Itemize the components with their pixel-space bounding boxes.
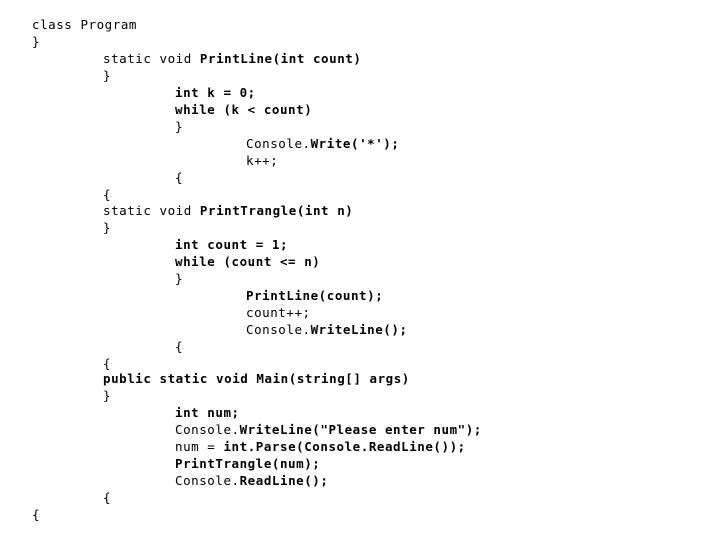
code-line: int k = 0; — [0, 84, 720, 101]
code-line: static void PrintTrangle(int n) — [0, 202, 720, 219]
code-token: { — [32, 507, 41, 522]
code-line: num = int.Parse(Console.ReadLine()); — [0, 438, 720, 455]
code-token: count++; — [246, 305, 311, 320]
code-token-bold: PrintTrangle(int n) — [199, 203, 354, 218]
code-line: while (count <= n) — [0, 253, 720, 270]
code-line: PrintLine(count); — [0, 287, 720, 304]
code-line: int count = 1; — [0, 236, 720, 253]
code-token-bold: Write('*'); — [310, 136, 400, 151]
code-line: } — [0, 387, 720, 404]
code-line: } — [0, 270, 720, 287]
code-token: Console. — [175, 473, 240, 488]
code-token: Console. — [246, 136, 311, 151]
code-token-bold: PrintLine(int count) — [199, 51, 362, 66]
code-line: Console.ReadLine(); — [0, 472, 720, 489]
code-token: } — [32, 34, 41, 49]
code-token-bold: WriteLine("Please enter num"); — [239, 422, 482, 437]
code-line: Console.Write('*'); — [0, 135, 720, 152]
code-token: Console. — [175, 422, 240, 437]
code-token: { — [175, 339, 184, 354]
code-token: class Program — [32, 17, 137, 32]
code-line: } — [0, 33, 720, 50]
code-token: } — [175, 119, 184, 134]
code-line: { — [0, 338, 720, 355]
code-token: } — [103, 68, 112, 83]
code-token: static void — [103, 203, 200, 218]
code-token-bold: while (k < count) — [175, 102, 313, 117]
code-token: Console. — [246, 322, 311, 337]
code-token-bold: while (count <= n) — [175, 254, 321, 269]
code-token: } — [103, 220, 112, 235]
code-line: { — [0, 186, 720, 203]
code-line: } — [0, 67, 720, 84]
code-line: Console.WriteLine("Please enter num"); — [0, 421, 720, 438]
code-line: Console.WriteLine(); — [0, 321, 720, 338]
code-line: k++; — [0, 152, 720, 169]
code-line: { — [0, 489, 720, 506]
code-token-bold: PrintLine(count); — [246, 288, 384, 303]
code-line: PrintTrangle(num); — [0, 455, 720, 472]
code-token: } — [103, 388, 112, 403]
code-line: { — [0, 169, 720, 186]
code-token: { — [175, 170, 184, 185]
code-token-bold: WriteLine(); — [310, 322, 408, 337]
code-token-bold: PrintTrangle(num); — [175, 456, 321, 471]
code-token: { — [103, 356, 112, 371]
code-token-bold: int num; — [175, 405, 240, 420]
code-line: static void PrintLine(int count) — [0, 50, 720, 67]
code-token-bold: int.Parse(Console.ReadLine()); — [223, 439, 466, 454]
code-line: } — [0, 118, 720, 135]
code-line: class Program — [0, 16, 720, 33]
code-token-bold: public static void Main(string[] args) — [103, 371, 410, 386]
code-token-bold: int count = 1; — [175, 237, 289, 252]
code-token-bold: int k = 0; — [175, 85, 256, 100]
code-token: k++; — [246, 153, 279, 168]
code-line: while (k < count) — [0, 101, 720, 118]
code-token: num = — [175, 439, 224, 454]
code-line: public static void Main(string[] args) — [0, 370, 720, 387]
code-token: static void — [103, 51, 200, 66]
code-listing: class Program} static void PrintLine(int … — [0, 0, 720, 540]
code-token: } — [175, 271, 184, 286]
code-token-bold: ReadLine(); — [239, 473, 329, 488]
code-line: int num; — [0, 404, 720, 421]
code-token: { — [103, 490, 112, 505]
code-line: count++; — [0, 304, 720, 321]
code-token: { — [103, 187, 112, 202]
code-line: { — [0, 506, 720, 523]
code-line: } — [0, 219, 720, 236]
